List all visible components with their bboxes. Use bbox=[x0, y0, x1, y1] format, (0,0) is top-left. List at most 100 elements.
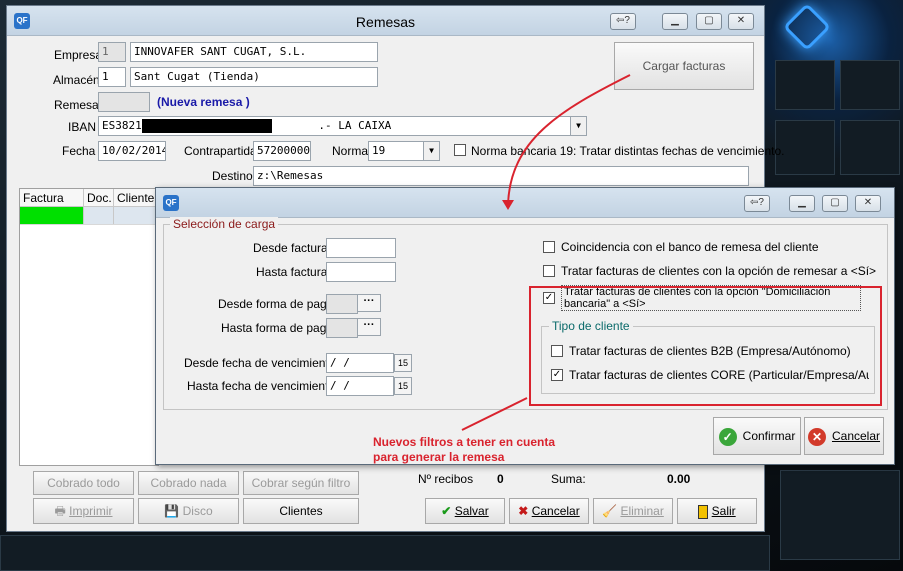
contrapartida-field[interactable]: 572000002 bbox=[253, 141, 311, 161]
destino-label: Destino bbox=[212, 169, 253, 183]
window-title: Remesas bbox=[355, 14, 416, 30]
salvar-label: Salvar bbox=[454, 504, 489, 518]
disk-icon: 💾 bbox=[164, 504, 180, 518]
main-titlebar: QF Remesas ⇦? ▁ ▢ ✕ bbox=[7, 6, 764, 36]
iban-label: IBAN bbox=[68, 120, 97, 134]
salir-label: Salir bbox=[711, 504, 736, 518]
empresa-label: Empresa bbox=[54, 48, 103, 62]
app-logo-icon: QF bbox=[163, 195, 179, 211]
remesa-label: Remesa bbox=[54, 98, 99, 112]
norma-select[interactable]: 19 ▼ bbox=[368, 141, 440, 161]
minimize-button[interactable]: ▁ bbox=[789, 195, 815, 212]
norma-value: 19 bbox=[372, 144, 386, 157]
desde-fecha-venc-label: Desde fecha de vencimiento bbox=[184, 356, 336, 370]
norma-checkbox[interactable] bbox=[454, 144, 466, 156]
annotation-line-1: Nuevos filtros a tener en cuenta bbox=[373, 435, 556, 449]
iban-select[interactable]: ES3821 .- LA CAIXA ▼ bbox=[98, 116, 587, 136]
opcion-remesar-checkbox[interactable] bbox=[543, 265, 555, 277]
grid-cell-factura bbox=[20, 207, 84, 224]
desde-forma-pago-lookup-button[interactable]: ··· bbox=[357, 294, 381, 312]
help-button[interactable]: ⇦? bbox=[744, 195, 770, 212]
eliminar-button[interactable]: 🧹 Eliminar bbox=[593, 498, 673, 524]
dialog-cancelar-label: Cancelar bbox=[831, 429, 881, 443]
chevron-down-icon[interactable]: ▼ bbox=[423, 142, 439, 160]
imprimir-button[interactable]: 🖶 Imprimir bbox=[33, 498, 134, 524]
almacen-label: Almacén bbox=[53, 73, 100, 87]
fecha-label: Fecha bbox=[62, 144, 96, 158]
desktop-tile bbox=[840, 120, 900, 175]
hasta-forma-pago-lookup-button[interactable]: ··· bbox=[357, 318, 381, 336]
iban-bank: .- LA CAIXA bbox=[318, 119, 392, 132]
desktop-tile bbox=[775, 60, 835, 110]
cobrar-segun-filtro-button[interactable]: Cobrar según filtro bbox=[243, 471, 359, 495]
chevron-down-icon[interactable]: ▼ bbox=[570, 117, 586, 135]
disco-button[interactable]: 💾 Disco bbox=[138, 498, 239, 524]
hasta-factura-label: Hasta factura bbox=[256, 265, 328, 279]
grid-col-doc[interactable]: Doc. bbox=[84, 189, 114, 206]
hasta-forma-pago-label: Hasta forma de pago bbox=[221, 321, 334, 335]
maximize-button[interactable]: ▢ bbox=[822, 195, 848, 212]
desde-forma-pago-field[interactable] bbox=[326, 294, 358, 314]
desde-fecha-venc-field[interactable]: / / bbox=[326, 353, 394, 373]
close-button[interactable]: ✕ bbox=[728, 13, 754, 30]
desde-factura-label: Desde factura bbox=[253, 241, 328, 255]
hasta-factura-field[interactable] bbox=[326, 262, 396, 282]
cobrado-todo-button[interactable]: Cobrado todo bbox=[33, 471, 134, 495]
salir-button[interactable]: Salir bbox=[677, 498, 757, 524]
minimize-button[interactable]: ▁ bbox=[662, 13, 688, 30]
fecha-field[interactable]: 10/02/2014 bbox=[98, 141, 166, 161]
maximize-button[interactable]: ▢ bbox=[696, 13, 722, 30]
checkmark-icon: ✔ bbox=[441, 504, 452, 518]
highlight-box bbox=[529, 286, 882, 406]
confirmar-label: Confirmar bbox=[742, 429, 796, 443]
suma-label: Suma: bbox=[551, 472, 586, 486]
seleccion-carga-dialog: QF ⇦? ▁ ▢ ✕ Selección de carga Desde fac… bbox=[155, 187, 895, 465]
cancelar-button[interactable]: ✖ Cancelar bbox=[509, 498, 589, 524]
group-title: Selección de carga bbox=[170, 217, 279, 231]
norma-label: Norma bbox=[332, 144, 369, 158]
remesa-status: (Nueva remesa ) bbox=[157, 95, 250, 109]
n-recibos-value: 0 bbox=[497, 472, 504, 486]
norma-checkbox-label: Norma bancaria 19: Tratar distintas fech… bbox=[471, 144, 785, 158]
table-row[interactable] bbox=[20, 207, 158, 225]
coincidencia-checkbox[interactable] bbox=[543, 241, 555, 253]
hasta-forma-pago-field[interactable] bbox=[326, 318, 358, 338]
printer-icon: 🖶 bbox=[54, 504, 66, 518]
opcion-remesar-label: Tratar facturas de clientes con la opció… bbox=[561, 264, 877, 278]
grid-col-factura[interactable]: Factura bbox=[20, 189, 84, 206]
eliminar-label: Eliminar bbox=[620, 504, 664, 518]
imprimir-label: Imprimir bbox=[69, 504, 113, 518]
facturas-grid[interactable]: Factura Doc. Cliente bbox=[19, 188, 159, 466]
desktop-glow-shape bbox=[782, 2, 832, 52]
calendar-icon[interactable]: 15 bbox=[394, 354, 412, 372]
desktop-tile bbox=[0, 535, 770, 571]
help-button[interactable]: ⇦? bbox=[610, 13, 636, 30]
almacen-name-field: Sant Cugat (Tienda) bbox=[130, 67, 378, 87]
clientes-button[interactable]: Clientes bbox=[243, 498, 359, 524]
suma-value: 0.00 bbox=[667, 472, 691, 486]
grid-header: Factura Doc. Cliente bbox=[20, 189, 158, 207]
hasta-fecha-venc-label: Hasta fecha de vencimiento bbox=[187, 379, 336, 393]
n-recibos-label: Nº recibos bbox=[418, 472, 474, 486]
calendar-icon[interactable]: 15 bbox=[394, 377, 412, 395]
hasta-fecha-venc-field[interactable]: / / bbox=[326, 376, 394, 396]
desktop-tile bbox=[780, 470, 900, 560]
cargar-facturas-button[interactable]: Cargar facturas bbox=[614, 42, 754, 90]
desktop-tile bbox=[840, 60, 900, 110]
remesa-field bbox=[98, 92, 150, 112]
annotation-line-2: para generar la remesa bbox=[373, 450, 505, 464]
almacen-code-field[interactable]: 1 bbox=[98, 67, 126, 87]
contrapartida-label: Contrapartida bbox=[184, 144, 257, 158]
grid-col-cliente[interactable]: Cliente bbox=[114, 189, 158, 206]
cancelar-label: Cancelar bbox=[531, 504, 580, 518]
close-button[interactable]: ✕ bbox=[855, 195, 881, 212]
salvar-button[interactable]: ✔ Salvar bbox=[425, 498, 505, 524]
desde-factura-field[interactable] bbox=[326, 238, 396, 258]
cobrado-nada-button[interactable]: Cobrado nada bbox=[138, 471, 239, 495]
broom-icon: 🧹 bbox=[602, 504, 618, 518]
empresa-code-field: 1 bbox=[98, 42, 126, 62]
dialog-cancelar-button[interactable]: ✕ Cancelar bbox=[804, 417, 884, 455]
destino-field[interactable]: z:\Remesas bbox=[253, 166, 749, 186]
annotation-text: Nuevos filtros a tener en cuenta para ge… bbox=[373, 435, 555, 465]
confirmar-button[interactable]: ✓ Confirmar bbox=[713, 417, 801, 455]
